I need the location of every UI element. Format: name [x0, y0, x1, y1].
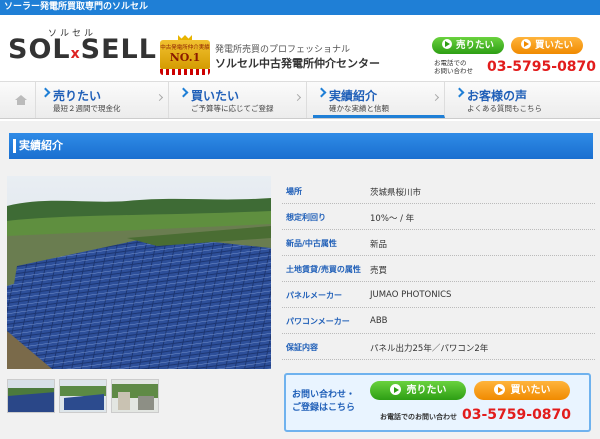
spec-value: 茨城県桜川市 [370, 188, 422, 198]
nav-item-title: 売りたい [53, 89, 102, 103]
award-caption: 中古発電所仲介実績 [160, 45, 210, 51]
spec-value: ABB [370, 316, 388, 326]
main-photo [7, 176, 271, 369]
spec-value: パネル出力25年／パワコン2年 [370, 344, 489, 354]
spec-row-land: 土地賃貸/売買の属性 売買 [282, 256, 595, 282]
nav-item-subtitle: ご予算等に応じてご登録 [191, 104, 274, 113]
phone-label-line-1: お電話での [434, 59, 467, 67]
header-buy-label: 買いたい [534, 40, 573, 51]
arrow-right-icon [441, 39, 452, 49]
home-icon [15, 95, 27, 105]
header-sell-button[interactable]: 売りたい [432, 37, 504, 54]
nav-item-results[interactable]: 実績紹介 確かな実績と信頼 [313, 82, 445, 118]
top-bar-text: ソーラー発電所買取専門のソルセル [4, 2, 149, 12]
spec-key: パワコンメーカー [286, 317, 350, 326]
arrow-right-icon [493, 384, 505, 395]
cta-text: お問い合わせ・ ご登録はこちら [292, 389, 355, 415]
spec-key: 保証内容 [286, 343, 318, 352]
spec-key: 想定利回り [286, 213, 326, 222]
top-bar: ソーラー発電所買取専門のソルセル [0, 0, 600, 15]
nav-item-sell[interactable]: 売りたい 最短２週間で現金化 [37, 82, 169, 118]
award-title: NO.1 [169, 51, 201, 64]
nav-item-title: 実績紹介 [329, 89, 378, 103]
award-badge: 中古発電所仲介実績 NO.1 [160, 35, 210, 75]
nav-item-subtitle: 確かな実績と信頼 [329, 104, 389, 113]
center-name: ソルセル中古発電所仲介センター [215, 57, 380, 70]
caret-right-icon [293, 93, 302, 102]
award-ribbon [160, 69, 210, 75]
spec-row-yield: 想定利回り 10%〜 / 年 [282, 204, 595, 230]
cta-phone-label: お電話でのお問い合わせ [380, 413, 457, 421]
logo[interactable]: ソルセル SOLxSELL [8, 29, 157, 65]
spec-value: JUMAO PHOTONICS [370, 290, 452, 300]
header: ソルセル SOLxSELL 中古発電所仲介実績 NO.1 発電所売買のプロフェッ… [0, 15, 600, 81]
spec-value: 新品 [370, 240, 388, 250]
spec-value: 売買 [370, 266, 388, 276]
spec-key: 新品/中古属性 [286, 239, 337, 248]
spec-row-warranty: 保証内容 パネル出力25年／パワコン2年 [282, 334, 595, 360]
thumbnail-image [60, 380, 106, 412]
photo-thumbnail-3[interactable] [111, 379, 159, 413]
cta-buy-label: 買いたい [510, 385, 551, 396]
nav-item-buy[interactable]: 買いたい ご予算等に応じてご登録 [175, 82, 307, 118]
contact-cta-box: お問い合わせ・ ご登録はこちら 売りたい 買いたい お電話でのお問い合わせ 03… [284, 373, 591, 432]
nav-item-title: 買いたい [191, 89, 240, 103]
photo-thumbnail-2[interactable] [59, 379, 107, 413]
chevron-right-icon [40, 87, 51, 98]
logo-kana: ソルセル [48, 29, 97, 39]
chevron-right-icon [178, 87, 189, 98]
header-sell-label: 売りたい [455, 40, 494, 51]
spec-row-inverter-maker: パワコンメーカー ABB [282, 308, 595, 334]
nav-home[interactable] [6, 82, 36, 118]
thumbnail-image [112, 380, 158, 412]
cta-sell-button[interactable]: 売りたい [370, 381, 466, 400]
spec-table: 場所 茨城県桜川市 想定利回り 10%〜 / 年 新品/中古属性 新品 土地賃貸… [282, 178, 595, 360]
spec-key: 土地賃貸/売買の属性 [286, 265, 361, 274]
spec-row-condition: 新品/中古属性 新品 [282, 230, 595, 256]
spec-row-location: 場所 茨城県桜川市 [282, 178, 595, 204]
arrow-right-icon [389, 384, 401, 395]
phone-label: お電話での お問い合わせ [434, 59, 473, 75]
award-plate: 中古発電所仲介実績 NO.1 [160, 40, 210, 70]
solar-farm-photo [7, 176, 271, 369]
phone-label-line-2: お問い合わせ [434, 67, 473, 75]
nav-item-title: お客様の声 [467, 89, 528, 103]
thumbnail-image [8, 380, 54, 412]
cta-text-line-2: ご登録はこちら [292, 403, 356, 413]
spec-value: 10%〜 / 年 [370, 214, 415, 224]
cta-buy-button[interactable]: 買いたい [474, 381, 570, 400]
caret-right-icon [155, 93, 164, 102]
photo-thumbnail-1[interactable] [7, 379, 55, 413]
tagline: 発電所売買のプロフェッショナル [215, 45, 351, 55]
nav-item-voice[interactable]: お客様の声 よくある質問もこちら [451, 82, 594, 118]
cta-phone-number[interactable]: 03-5759-0870 [462, 407, 571, 423]
spec-key: 場所 [286, 187, 302, 196]
logo-x: x [70, 46, 81, 62]
chevron-right-icon [454, 87, 465, 98]
arrow-right-icon [520, 39, 531, 49]
header-phone-number[interactable]: 03-5795-0870 [487, 59, 596, 75]
chevron-right-icon [316, 87, 327, 98]
main-nav: 売りたい 最短２週間で現金化 買いたい ご予算等に応じてご登録 実績紹介 確かな… [0, 81, 600, 119]
cta-sell-label: 売りたい [406, 385, 447, 396]
caret-right-icon [431, 93, 440, 102]
spec-key: パネルメーカー [286, 291, 342, 300]
header-buy-button[interactable]: 買いたい [511, 37, 583, 54]
cta-text-line-1: お問い合わせ・ [292, 390, 356, 400]
nav-item-subtitle: よくある質問もこちら [467, 104, 542, 113]
section-title: 実績紹介 [9, 133, 593, 159]
spec-row-panel-maker: パネルメーカー JUMAO PHOTONICS [282, 282, 595, 308]
nav-item-subtitle: 最短２週間で現金化 [53, 104, 121, 113]
